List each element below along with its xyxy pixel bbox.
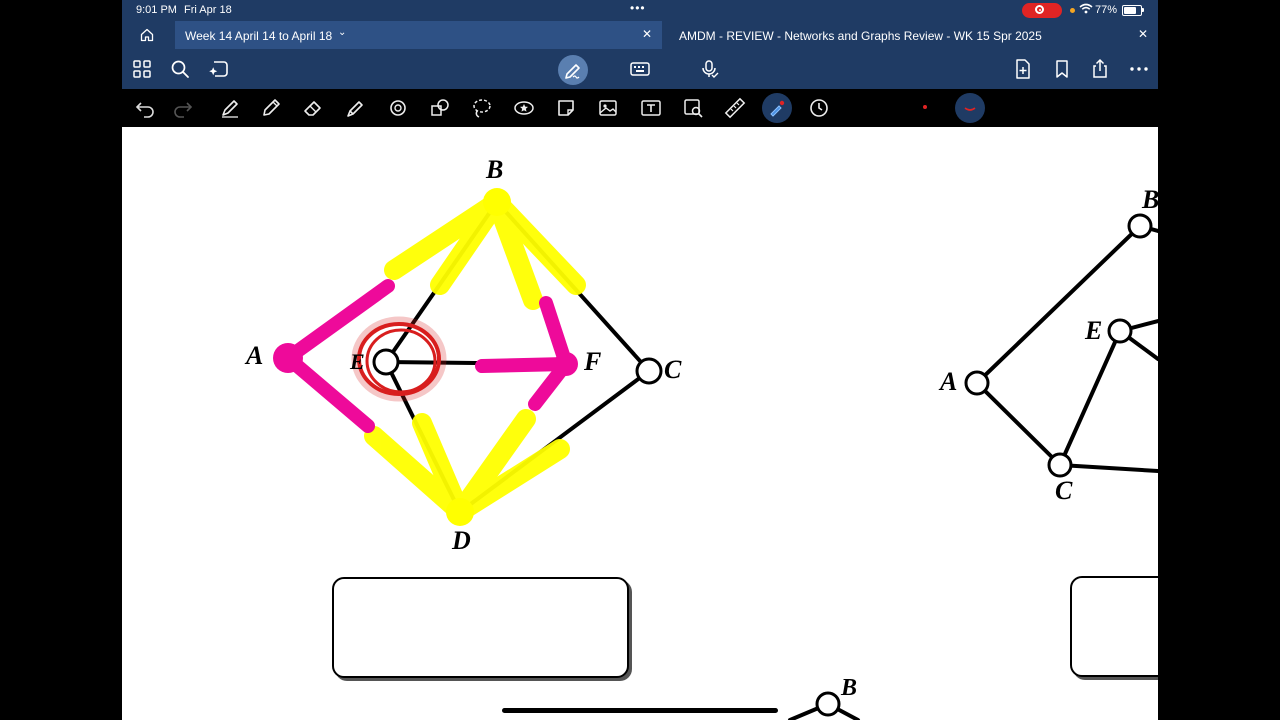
graph2-vertex-c [1047,452,1073,478]
vertex-b-highlight [483,188,511,216]
graph2-vertex-a [964,370,990,396]
sticky-note-icon[interactable] [555,97,577,119]
label-b: B [486,155,504,184]
vertex-c [635,357,663,385]
answer-box-1[interactable] [332,577,629,678]
note-canvas[interactable]: B A E F C D B E A C B [122,127,1158,720]
share-icon[interactable] [1089,58,1111,80]
mic-indicator-icon [1070,8,1075,13]
wifi-icon [1079,3,1093,17]
graph2-label-b: B [1142,185,1158,214]
graph3-vertex-b [815,691,841,717]
elements-icon[interactable] [429,97,451,119]
bookmark-icon[interactable] [1051,58,1073,80]
home-icon[interactable] [140,28,154,42]
laser-pointer-button[interactable] [762,93,792,123]
tab-label: AMDM - REVIEW - Networks and Graphs Revi… [679,29,1042,43]
home-indicator[interactable] [502,708,778,713]
lasso-icon[interactable] [471,97,493,119]
graph2-label-a: A [940,367,958,396]
ruler-icon[interactable] [724,97,746,119]
tab-amdm-review[interactable]: AMDM - REVIEW - Networks and Graphs Revi… [669,21,1158,49]
shapes-icon[interactable] [387,97,409,119]
label-c: C [664,355,682,384]
tab-week-14[interactable]: Week 14 April 14 to April 18 ⌄ ✕ [175,21,662,49]
laser-icon [766,97,788,119]
pencil-icon[interactable] [260,97,282,119]
ipad-screen: 9:01 PM Fri Apr 18 ••• 77% Week 14 April… [122,0,1158,720]
add-page-icon[interactable] [1012,58,1034,80]
screen-recording-icon[interactable] [1022,3,1062,18]
text-box-icon[interactable] [640,97,662,119]
close-icon[interactable]: ✕ [1138,27,1148,41]
tools-toolbar [122,89,1158,127]
graph2-label-e: E [1085,316,1103,345]
pen-scribble-icon [562,59,584,81]
label-a: A [246,341,264,370]
status-date: Fri Apr 18 [184,4,232,16]
vertex-a-highlight [273,343,303,373]
microphone-icon[interactable] [698,58,720,80]
answer-box-2[interactable] [1070,576,1158,677]
label-d: D [452,526,471,555]
graph2-label-c: C [1055,476,1073,505]
battery-percent: 77% [1095,4,1118,16]
redo-icon[interactable] [172,97,194,119]
label-f: F [584,347,602,376]
undo-icon[interactable] [134,97,156,119]
tab-label: Week 14 April 14 to April 18 [185,29,333,43]
red-color-swatch[interactable] [923,105,927,109]
graph2-vertex-e [1107,318,1133,344]
image-icon[interactable] [597,97,619,119]
keyboard-icon[interactable] [629,58,651,80]
pen-icon[interactable] [219,97,241,119]
handwriting-mode-button[interactable] [558,55,588,85]
color-swatch-selected[interactable] [955,93,985,123]
search-icon[interactable] [169,58,191,80]
battery-icon [1122,5,1144,16]
highlighter-icon[interactable] [344,97,366,119]
eraser-icon[interactable] [302,97,324,119]
graph-drawing [273,188,1158,720]
graph2-vertex-b [1127,213,1153,239]
vertex-f-highlight [554,352,578,376]
scan-icon[interactable] [682,97,704,119]
lasso-sparkle-icon[interactable] [208,58,230,80]
sticker-icon[interactable] [513,97,535,119]
chevron-down-icon[interactable]: ⌄ [338,27,346,38]
vertex-e [372,348,400,376]
status-time: 9:01 PM [136,4,177,16]
graph3-label-b: B [841,675,858,701]
swatch-stroke-icon [964,107,976,111]
tab-bar: Week 14 April 14 to April 18 ⌄ ✕ AMDM - … [122,21,1158,49]
vertex-d-highlight [446,498,474,526]
more-icon[interactable] [1128,58,1150,80]
grid-icon[interactable] [131,58,153,80]
close-icon[interactable]: ✕ [642,27,652,41]
multitasking-dots-icon[interactable]: ••• [630,1,646,15]
timer-icon[interactable] [808,97,830,119]
status-bar: 9:01 PM Fri Apr 18 ••• 77% [122,0,1158,21]
label-e: E [350,349,365,374]
